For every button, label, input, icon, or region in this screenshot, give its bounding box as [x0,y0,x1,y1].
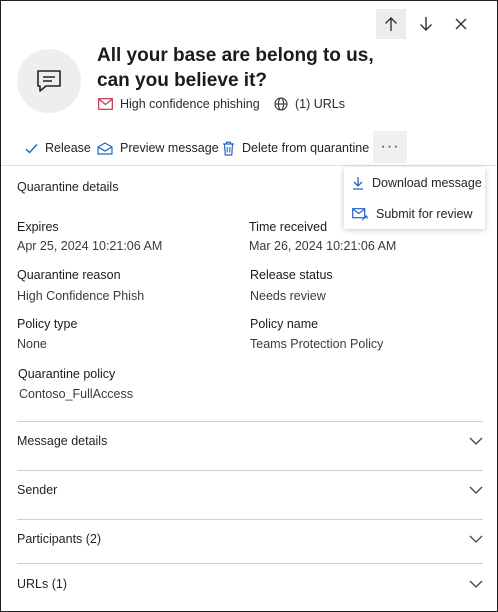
close-button[interactable] [446,9,476,39]
preview-label: Preview message [120,141,219,155]
quarantine-flyout-panel: All your base are belong to us, can you … [0,0,498,612]
more-actions-menu: Download message Submit for review [344,167,485,229]
expires-label: Expires [17,220,59,234]
threat-type: High confidence phishing [98,97,260,111]
open-mail-icon [97,141,113,155]
release-label: Release [45,141,91,155]
message-title: All your base are belong to us, can you … [97,45,374,91]
quarantine-policy-label: Quarantine policy [18,367,116,381]
chevron-down-icon [469,535,483,543]
preview-message-button[interactable]: Preview message [97,138,219,158]
globe-icon [274,97,288,111]
message-details-section[interactable]: Message details [17,426,483,456]
download-message-menu-item[interactable]: Download message [344,169,485,197]
quarantine-reason-label: Quarantine reason [17,268,121,282]
close-icon [455,18,467,30]
section-divider [17,563,483,564]
trash-icon [223,141,234,156]
submit-for-review-label: Submit for review [376,207,473,221]
delete-from-quarantine-button[interactable]: Delete from quarantine [222,138,369,158]
submit-for-review-menu-item[interactable]: Submit for review [344,200,485,228]
url-count: (1) URLs [274,97,345,111]
download-message-label: Download message [372,176,482,190]
urls-section[interactable]: URLs (1) [17,569,483,599]
chevron-down-icon [469,437,483,445]
urls-label: URLs (1) [17,577,68,591]
participants-section[interactable]: Participants (2) [17,524,483,554]
release-button[interactable]: Release [25,138,91,158]
time-received-value: Mar 26, 2024 10:21:06 AM [249,239,397,253]
next-item-button[interactable] [411,9,441,39]
section-divider [17,519,483,520]
url-count-label: (1) URLs [295,97,346,111]
participants-label: Participants (2) [17,532,102,546]
phishing-mail-icon [98,98,113,110]
download-icon [353,177,363,190]
message-details-label: Message details [17,434,108,448]
quarantine-reason-value: High Confidence Phish [17,289,145,303]
previous-item-button[interactable] [376,9,406,39]
arrow-up-icon [385,17,397,31]
checkmark-icon [25,143,38,154]
policy-type-label: Policy type [17,317,78,331]
chat-bubble-icon [37,70,61,92]
quarantine-details-heading: Quarantine details [17,180,119,194]
message-avatar [17,49,81,113]
time-received-label: Time received [249,220,328,234]
delete-label: Delete from quarantine [242,141,370,155]
release-status-value: Needs review [250,289,326,303]
release-status-label: Release status [250,268,333,282]
toolbar-divider [1,165,497,166]
expires-value: Apr 25, 2024 10:21:06 AM [17,239,163,253]
chevron-down-icon [469,580,483,588]
policy-name-label: Policy name [250,317,319,331]
sender-label: Sender [17,483,58,497]
more-actions-button[interactable]: ··· [373,131,407,163]
policy-type-value: None [17,337,47,351]
section-divider [17,421,483,422]
threat-type-label: High confidence phishing [120,97,260,111]
quarantine-policy-value: Contoso_FullAccess [19,387,133,401]
chevron-down-icon [469,486,483,494]
sender-section[interactable]: Sender [17,475,483,505]
section-divider [17,470,483,471]
submit-mail-icon [352,207,368,220]
arrow-down-icon [420,17,432,31]
policy-name-value: Teams Protection Policy [250,337,384,351]
